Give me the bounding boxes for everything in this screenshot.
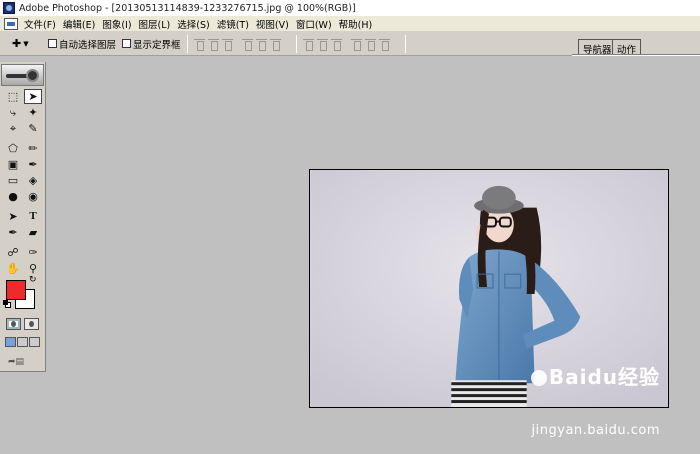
menu-select[interactable]: 选择(S) (177, 17, 209, 31)
hand-icon[interactable]: ✋ (4, 261, 22, 276)
eye-icon (26, 69, 39, 82)
clone-stamp-icon[interactable]: ▣ (4, 157, 22, 172)
marquee-icon[interactable]: ⬚ (4, 89, 22, 104)
magic-wand-icon[interactable]: ✦ (24, 105, 42, 120)
swap-colors-icon[interactable]: ↻ (29, 275, 37, 285)
distribute-left-icon[interactable] (350, 38, 362, 51)
full-screen-button[interactable] (29, 337, 40, 347)
distribute-group-vertical (302, 38, 345, 51)
menu-filter[interactable]: 滤镜(T) (217, 17, 249, 31)
eraser-icon[interactable]: ▭ (4, 173, 22, 188)
align-hcenter-icon[interactable] (255, 38, 267, 51)
lasso-icon[interactable]: ⤷ (4, 105, 22, 120)
checkbox-box[interactable] (122, 39, 132, 48)
blur-icon[interactable]: ● (4, 189, 22, 204)
menu-view[interactable]: 视图(V) (256, 17, 289, 31)
distribute-top-icon[interactable] (302, 38, 314, 51)
align-top-icon[interactable] (193, 38, 205, 51)
quick-mask-mode-button[interactable] (24, 318, 39, 330)
toolbox: ⬚ ➤ ⤷ ✦ ⌖ ✎ ⬠ ✏ ▣ ✒ ▭ ◈ ● ◉ ➤ T ✒ ▰ ☍ ✑ … (0, 62, 46, 372)
align-group-horizontal (241, 38, 284, 51)
full-screen-menu-button[interactable] (17, 337, 28, 347)
auto-select-layer-label: 自动选择图层 (59, 39, 117, 51)
distribute-group-horizontal (350, 38, 393, 51)
feather-icon (6, 74, 28, 78)
standard-screen-button[interactable] (5, 337, 16, 347)
title-bar: Adobe Photoshop - [20130513114839-123327… (0, 0, 700, 16)
menu-bar: 文件(F) 编辑(E) 图象(I) 图层(L) 选择(S) 滤镜(T) 视图(V… (0, 16, 700, 32)
align-bottom-icon[interactable] (221, 38, 233, 51)
show-bounding-box-checkbox[interactable]: 显示定界框 (122, 37, 181, 51)
crop-icon[interactable]: ⌖ (4, 121, 22, 136)
chevron-down-icon: ▼ (23, 39, 29, 48)
align-right-icon[interactable] (269, 38, 281, 51)
distribute-bottom-icon[interactable] (330, 38, 342, 51)
slice-icon[interactable]: ✎ (24, 121, 42, 136)
menu-edit[interactable]: 编辑(E) (63, 17, 95, 31)
window-title: Adobe Photoshop - [20130513114839-123327… (19, 2, 356, 14)
auto-select-layer-checkbox[interactable]: 自动选择图层 (48, 37, 116, 51)
menu-window[interactable]: 窗口(W) (296, 17, 332, 31)
move-icon: ✚ (12, 37, 22, 50)
separator (186, 34, 188, 53)
menu-layer[interactable]: 图层(L) (139, 17, 171, 31)
menu-file[interactable]: 文件(F) (24, 17, 56, 31)
zoom-icon[interactable]: ⚲ (24, 261, 42, 276)
history-brush-icon[interactable]: ✒ (24, 157, 42, 172)
standard-mode-button[interactable] (6, 318, 21, 330)
separator (295, 34, 297, 53)
align-group-vertical (193, 38, 236, 51)
align-vcenter-icon[interactable] (207, 38, 219, 51)
tab-navigator[interactable]: 导航器 (578, 39, 617, 56)
jump-to-imageready-icon[interactable]: ➦▤ (8, 357, 34, 369)
separator (404, 34, 406, 53)
distribute-right-icon[interactable] (378, 38, 390, 51)
distribute-vcenter-icon[interactable] (316, 38, 328, 51)
brush-icon[interactable]: ✏ (24, 141, 42, 156)
menu-help[interactable]: 帮助(H) (339, 17, 373, 31)
palette-well: 导航器 动作 (572, 34, 700, 56)
watermark-url: jingyan.baidu.com (531, 423, 660, 438)
baidu-watermark: Baidu经验 (529, 361, 660, 390)
document-icon[interactable] (4, 17, 18, 30)
paint-bucket-icon[interactable]: ◈ (24, 173, 42, 188)
show-bounding-box-label: 显示定界框 (133, 39, 181, 51)
document-canvas[interactable]: Baidu经验 (309, 169, 669, 408)
distribute-hcenter-icon[interactable] (364, 38, 376, 51)
menu-image[interactable]: 图象(I) (102, 17, 131, 31)
checkbox-box[interactable] (48, 39, 57, 48)
tab-actions[interactable]: 动作 (612, 39, 642, 56)
path-selection-icon[interactable]: ➤ (4, 209, 22, 224)
type-icon[interactable]: T (24, 209, 42, 224)
dodge-icon[interactable]: ◉ (24, 189, 42, 204)
photoshop-app-icon (3, 2, 15, 14)
eyedropper-icon[interactable]: ✑ (24, 245, 42, 260)
notes-icon[interactable]: ☍ (4, 245, 22, 260)
foreground-color-swatch[interactable] (6, 280, 26, 300)
healing-brush-icon[interactable]: ⬠ (4, 141, 22, 156)
pen-icon[interactable]: ✒ (4, 225, 22, 240)
move-icon[interactable]: ➤ (24, 89, 42, 104)
align-left-icon[interactable] (241, 38, 253, 51)
default-colors-icon[interactable] (3, 300, 11, 308)
tool-preset-picker[interactable]: ✚ ▼ (12, 37, 42, 50)
shape-icon[interactable]: ▰ (24, 225, 42, 240)
toolbox-header-logo[interactable] (1, 64, 44, 86)
watermark-logo: Baidu经验 (529, 361, 660, 390)
baidu-paw-icon (530, 370, 547, 386)
